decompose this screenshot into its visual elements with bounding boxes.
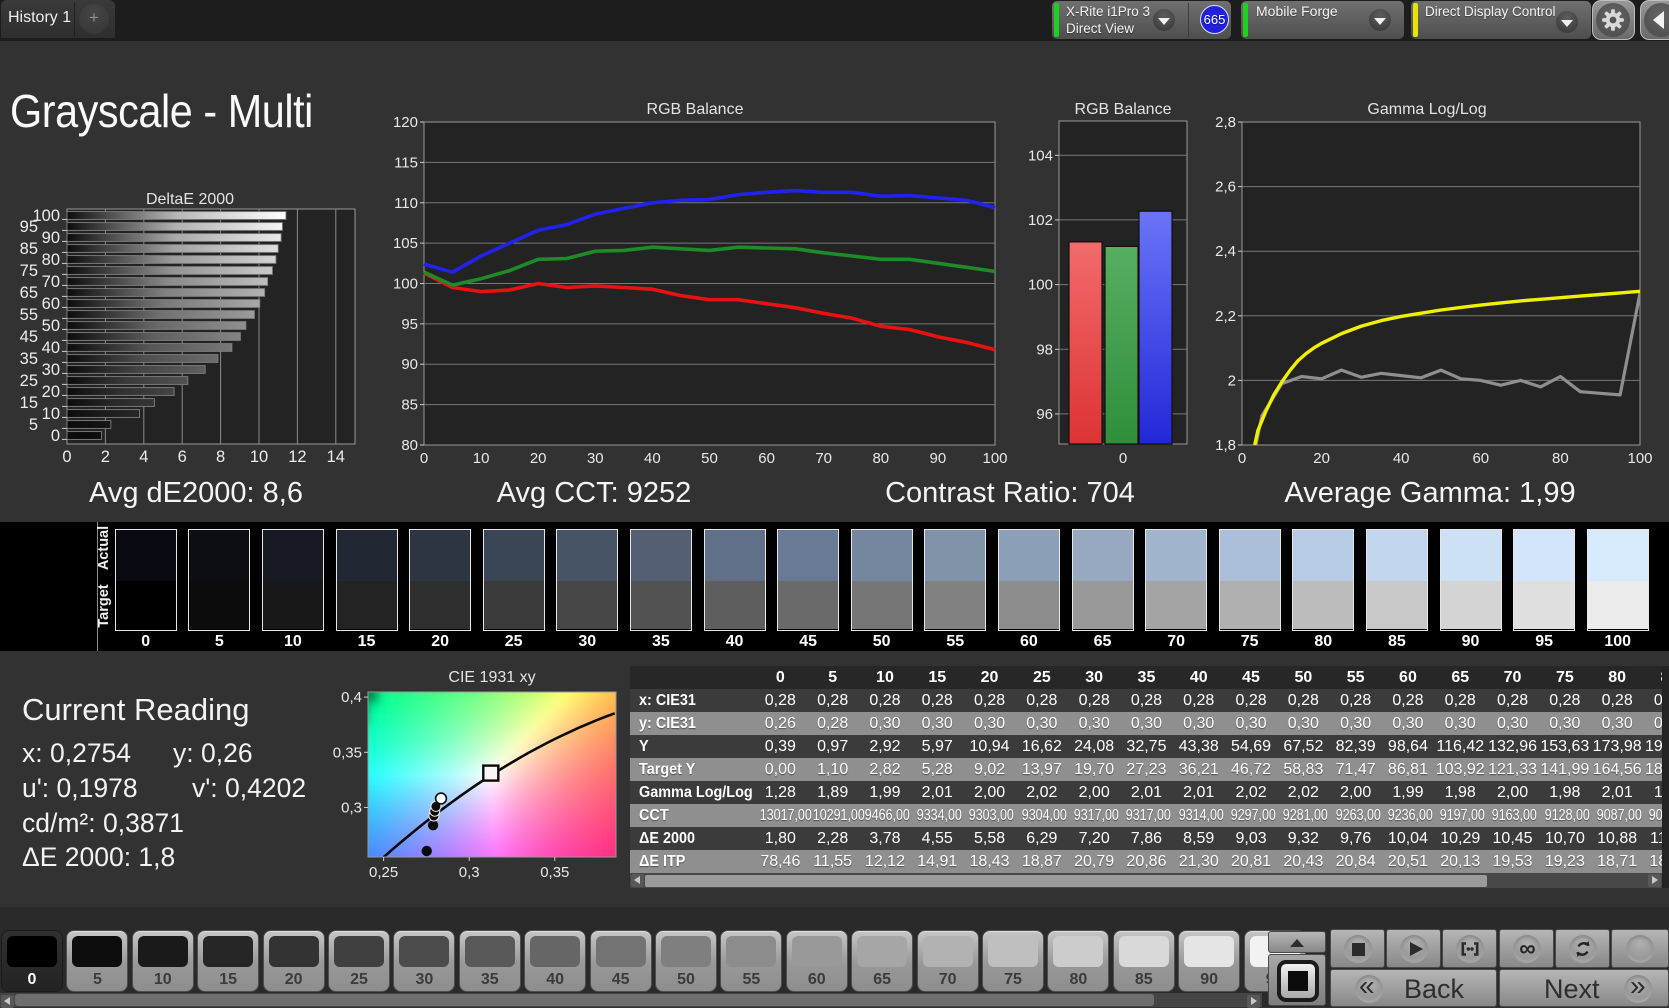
svg-text:100: 100 [393,276,418,293]
svg-text:45: 45 [20,328,38,346]
svg-text:60: 60 [42,295,60,313]
svg-text:40: 40 [42,339,60,357]
svg-text:70: 70 [42,273,60,291]
svg-text:0,3: 0,3 [341,800,362,817]
svg-text:85: 85 [401,397,418,414]
svg-text:2,6: 2,6 [1215,179,1236,196]
svg-text:95: 95 [20,218,38,236]
svg-text:0,25: 0,25 [369,864,398,881]
svg-text:10: 10 [42,405,60,423]
svg-text:80: 80 [872,450,889,467]
svg-text:8: 8 [216,448,225,466]
svg-text:102: 102 [1028,212,1053,229]
svg-text:14: 14 [327,448,345,466]
svg-text:80: 80 [1552,450,1569,467]
svg-text:RGB Balance: RGB Balance [647,101,744,118]
svg-text:DeltaE 2000: DeltaE 2000 [146,191,234,208]
svg-text:10: 10 [250,448,268,466]
svg-text:5: 5 [29,416,38,434]
svg-text:12: 12 [288,448,306,466]
svg-text:100: 100 [1627,450,1652,467]
svg-text:0,3: 0,3 [459,864,480,881]
svg-text:90: 90 [42,229,60,247]
svg-text:90: 90 [401,356,418,373]
svg-text:80: 80 [401,437,418,454]
svg-text:100: 100 [1028,277,1053,294]
svg-text:0,35: 0,35 [333,744,362,761]
svg-text:60: 60 [758,450,775,467]
svg-text:70: 70 [815,450,832,467]
svg-text:30: 30 [42,361,60,379]
svg-text:6: 6 [178,448,187,466]
svg-text:2,2: 2,2 [1215,308,1236,325]
svg-text:110: 110 [394,195,418,212]
svg-text:40: 40 [644,450,661,467]
svg-text:20: 20 [530,450,547,467]
svg-text:0,35: 0,35 [540,864,569,881]
svg-text:2: 2 [101,448,110,466]
svg-text:CIE 1931 xy: CIE 1931 xy [448,669,535,686]
svg-text:120: 120 [393,114,418,131]
svg-text:2,4: 2,4 [1215,243,1236,260]
svg-text:80: 80 [42,251,60,269]
svg-text:4: 4 [139,448,148,466]
svg-text:0: 0 [1238,450,1246,467]
svg-text:75: 75 [20,262,38,280]
svg-text:0,4: 0,4 [341,689,362,706]
svg-text:40: 40 [1393,450,1410,467]
svg-text:35: 35 [20,350,38,368]
svg-text:0: 0 [62,448,71,466]
svg-text:100: 100 [982,450,1007,467]
svg-text:60: 60 [1472,450,1489,467]
svg-text:30: 30 [587,450,604,467]
svg-text:0: 0 [1119,450,1127,467]
svg-text:1,8: 1,8 [1215,437,1236,454]
svg-text:20: 20 [42,383,60,401]
svg-text:85: 85 [20,240,38,258]
svg-text:105: 105 [393,235,418,252]
svg-text:2,8: 2,8 [1215,114,1236,131]
svg-text:55: 55 [20,306,38,324]
svg-text:20: 20 [1313,450,1330,467]
svg-text:0: 0 [420,450,428,467]
svg-text:65: 65 [20,284,38,302]
svg-text:0: 0 [51,427,60,445]
svg-text:RGB Balance: RGB Balance [1075,101,1172,118]
svg-text:50: 50 [701,450,718,467]
svg-text:10: 10 [473,450,490,467]
svg-text:104: 104 [1028,147,1053,164]
svg-text:96: 96 [1036,406,1053,423]
svg-text:98: 98 [1036,341,1053,358]
svg-text:50: 50 [42,317,60,335]
svg-text:115: 115 [394,154,418,171]
svg-text:Gamma Log/Log: Gamma Log/Log [1367,101,1486,118]
svg-text:25: 25 [20,372,38,390]
svg-text:15: 15 [20,394,38,412]
svg-text:2: 2 [1228,372,1236,389]
svg-text:90: 90 [930,450,947,467]
svg-text:95: 95 [401,316,418,333]
